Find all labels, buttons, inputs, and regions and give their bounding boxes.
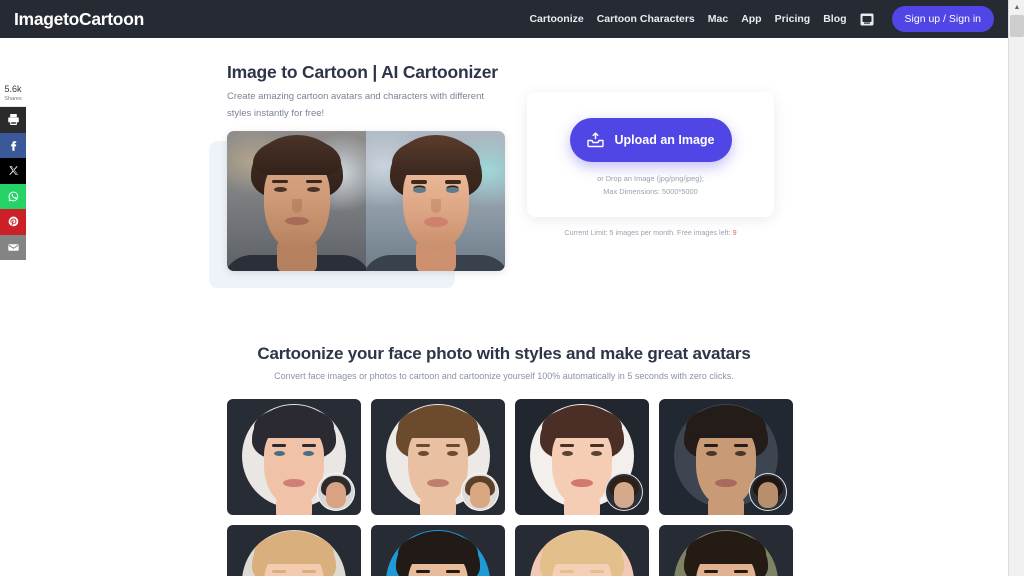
avatar-gallery-grid — [227, 399, 793, 576]
avatar-brow-right — [590, 570, 604, 573]
upload-card: Upload an Image or Drop an Image (jpg/pn… — [527, 92, 774, 217]
avatar-fringe — [686, 534, 766, 564]
avatar-mouth — [283, 479, 305, 487]
avatar-eye-left — [562, 451, 573, 456]
share-count-number: 5.6k — [4, 84, 22, 94]
share-count-label: Shares — [4, 96, 22, 102]
usage-limit-text: Current Limit: 5 images per month. Free … — [527, 228, 774, 237]
nav-item-pricing[interactable]: Pricing — [775, 13, 811, 25]
gallery-card-2[interactable] — [371, 399, 505, 515]
avatar-brow-left — [704, 570, 718, 573]
avatar-eye-right — [735, 451, 746, 456]
share-x-button[interactable] — [0, 158, 26, 184]
avatar-brow-left — [704, 444, 718, 447]
free-images-left-count: 9 — [732, 228, 737, 237]
hero-image-original — [227, 131, 366, 271]
avatar-brow-left — [272, 444, 286, 447]
share-print-button[interactable] — [0, 107, 26, 133]
hero-title: Image to Cartoon | AI Cartoonizer — [227, 62, 498, 82]
avatar-brow-left — [416, 444, 430, 447]
main-navigation: Cartoonize Cartoon Characters Mac App Pr… — [529, 6, 994, 32]
avatar-fringe — [686, 408, 766, 438]
avatar-fringe — [398, 534, 478, 564]
brand-logo[interactable]: ImagetoCartoon — [14, 9, 144, 30]
share-count-block: 5.6k Shares — [0, 82, 26, 107]
gallery-card-5[interactable] — [227, 525, 361, 576]
avatar-mouth — [715, 479, 737, 487]
whatsapp-icon — [7, 190, 20, 203]
avatar-eye-left — [274, 451, 285, 456]
original-photo-thumbnail[interactable] — [317, 473, 355, 511]
upload-image-button[interactable]: Upload an Image — [569, 118, 732, 162]
avatar-brow-right — [446, 570, 460, 573]
nav-item-blog[interactable]: Blog — [823, 13, 846, 25]
site-header: ImagetoCartoon Cartoonize Cartoon Charac… — [0, 0, 1008, 38]
avatar-eye-right — [303, 451, 314, 456]
chat-icon[interactable] — [860, 13, 874, 26]
signup-signin-button[interactable]: Sign up / Sign in — [891, 6, 994, 32]
avatar-fringe — [254, 534, 334, 564]
printer-icon — [7, 113, 20, 126]
pinterest-icon — [7, 215, 20, 228]
facebook-icon — [7, 139, 20, 152]
avatar-eye-left — [418, 451, 429, 456]
avatar-brow-right — [302, 444, 316, 447]
share-pinterest-button[interactable] — [0, 209, 26, 235]
page-scrollbar[interactable]: ▲ — [1008, 0, 1024, 576]
original-photo-thumbnail[interactable] — [605, 473, 643, 511]
nav-item-cartoonize[interactable]: Cartoonize — [529, 13, 583, 25]
avatar-fringe — [254, 408, 334, 438]
avatar-brow-right — [590, 444, 604, 447]
avatar-brow-right — [734, 570, 748, 573]
avatar-fringe — [398, 408, 478, 438]
original-photo-thumbnail[interactable] — [461, 473, 499, 511]
avatar-brow-right — [734, 444, 748, 447]
usage-limit-prefix: Current Limit: 5 images per month. Free … — [564, 228, 733, 237]
x-twitter-icon — [7, 164, 20, 177]
avatar-brow-right — [446, 444, 460, 447]
share-email-button[interactable] — [0, 234, 26, 260]
avatar-mouth — [427, 479, 449, 487]
avatar-mouth — [571, 479, 593, 487]
gallery-card-1[interactable] — [227, 399, 361, 515]
nav-item-cartoon-characters[interactable]: Cartoon Characters — [597, 13, 695, 25]
avatar-eye-left — [706, 451, 717, 456]
avatar-fringe — [542, 408, 622, 438]
hero-image-cartoonized — [366, 131, 505, 271]
gallery-card-3[interactable] — [515, 399, 649, 515]
page-root: ImagetoCartoon Cartoonize Cartoon Charac… — [0, 0, 1024, 576]
avatar-brow-right — [302, 570, 316, 573]
avatar-brow-left — [560, 570, 574, 573]
hero-before-after-image — [227, 131, 505, 271]
hero-subtitle: Create amazing cartoon avatars and chara… — [227, 91, 484, 119]
social-share-rail: 5.6k Shares — [0, 82, 26, 260]
share-facebook-button[interactable] — [0, 132, 26, 158]
nav-item-mac[interactable]: Mac — [708, 13, 728, 25]
scroll-up-arrow-icon[interactable]: ▲ — [1010, 0, 1024, 14]
avatar-eye-right — [591, 451, 602, 456]
nav-item-app[interactable]: App — [741, 13, 761, 25]
section-subtitle: Convert face images or photos to cartoon… — [274, 371, 734, 381]
avatar-fringe — [542, 534, 622, 564]
original-photo-thumbnail[interactable] — [749, 473, 787, 511]
gallery-card-6[interactable] — [371, 525, 505, 576]
avatar-brow-left — [272, 570, 286, 573]
share-whatsapp-button[interactable] — [0, 183, 26, 209]
avatar-brow-left — [560, 444, 574, 447]
gallery-card-4[interactable] — [659, 399, 793, 515]
gallery-card-8[interactable] — [659, 525, 793, 576]
upload-button-label: Upload an Image — [614, 133, 715, 147]
drop-hint-formats: or Drop an Image (jpg/png/jpeg); — [597, 174, 704, 183]
upload-tray-icon — [586, 131, 605, 149]
avatar-brow-left — [416, 570, 430, 573]
section-title: Cartoonize your face photo with styles a… — [257, 344, 751, 363]
drop-hint-dimensions: Max Dimensions: 5000*5000 — [603, 187, 698, 196]
scrollbar-thumb[interactable] — [1010, 15, 1024, 37]
avatar-eye-right — [447, 451, 458, 456]
email-icon — [7, 241, 20, 254]
gallery-card-7[interactable] — [515, 525, 649, 576]
